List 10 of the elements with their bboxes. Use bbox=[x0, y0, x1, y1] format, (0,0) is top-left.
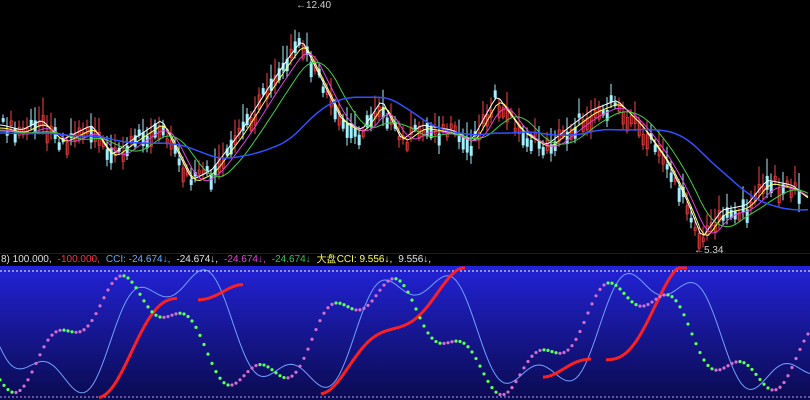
indicator-value: -24.674↓, bbox=[176, 254, 218, 266]
indicator-value: -24.674↓, bbox=[224, 254, 266, 266]
high-price-label: ←12.40 bbox=[296, 0, 332, 12]
indicator-value: 8) 100.000, bbox=[1, 254, 52, 266]
indicator-value: -100.000, bbox=[58, 254, 100, 266]
indicator-value: -24.674↓ bbox=[272, 254, 311, 266]
indicator-value: CCI: -24.674↓, bbox=[106, 254, 170, 266]
indicator-value: 9.556↓, bbox=[398, 254, 432, 266]
low-price-label: ←5.34 bbox=[694, 246, 724, 256]
indicator-value: 大盘CCI: 9.556↓, bbox=[316, 254, 392, 266]
